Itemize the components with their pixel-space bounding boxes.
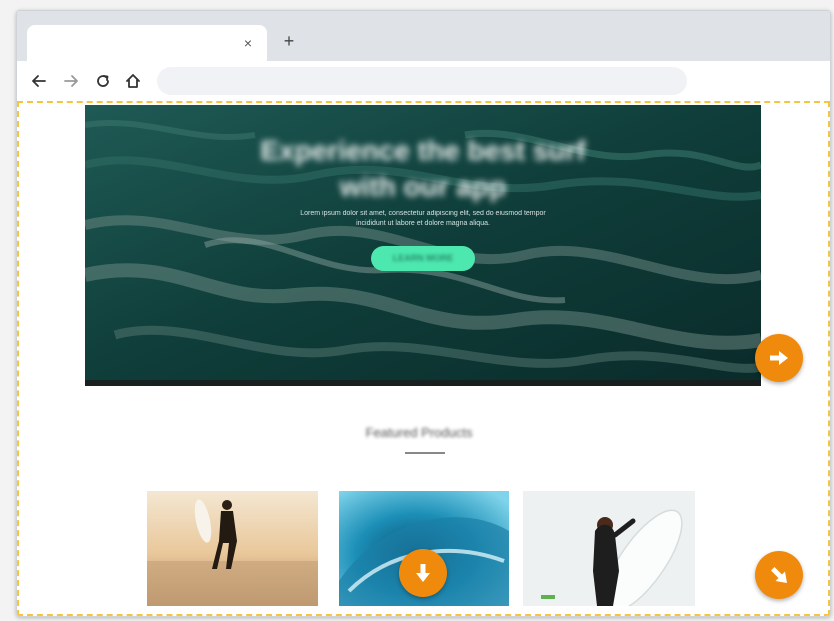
browser-tab[interactable]: ×	[27, 25, 267, 61]
browser-toolbar	[17, 61, 830, 102]
hero-description: Lorem ipsum dolor sit amet, consectetur …	[300, 210, 546, 227]
hero-title-line-1: Experience the best surf	[260, 135, 586, 166]
arrow-down-icon	[416, 564, 430, 582]
browser-window: × + Experience the best surf with our ap…	[16, 10, 831, 617]
hero-title-line-2: with our app	[339, 171, 507, 202]
arrow-right-icon	[770, 351, 788, 365]
hero-cta-button[interactable]: LEARN MORE	[371, 246, 475, 271]
tab-close-button[interactable]: ×	[239, 34, 257, 52]
product-card-3[interactable]	[523, 491, 695, 606]
address-bar[interactable]	[157, 67, 687, 95]
scroll-diagonal-hint-button[interactable]	[755, 551, 803, 599]
tab-bar: × +	[17, 11, 830, 61]
scroll-down-hint-button[interactable]	[399, 549, 447, 597]
page-content: Experience the best surf with our app Lo…	[17, 101, 830, 616]
hero-banner: Experience the best surf with our app Lo…	[85, 105, 761, 386]
hero-title: Experience the best surf with our app	[85, 133, 761, 205]
home-button[interactable]	[123, 71, 143, 91]
section-divider	[405, 452, 445, 454]
reload-button[interactable]	[93, 71, 113, 91]
hero-cta-label: LEARN MORE	[392, 253, 454, 263]
back-button[interactable]	[29, 71, 49, 91]
arrow-right-icon	[64, 75, 78, 87]
surfer-on-beach-photo	[147, 491, 318, 606]
arrow-left-icon	[32, 75, 46, 87]
reload-icon	[97, 75, 109, 87]
product-card-1[interactable]	[147, 491, 318, 606]
featured-products-title: Featured Products	[365, 425, 473, 440]
new-tab-button[interactable]: +	[279, 31, 299, 51]
next-slide-hint-button[interactable]	[755, 334, 803, 382]
arrow-down-right-icon	[771, 567, 787, 583]
woman-with-surfboard-photo	[523, 491, 695, 606]
forward-button[interactable]	[61, 71, 81, 91]
home-icon	[126, 74, 140, 88]
